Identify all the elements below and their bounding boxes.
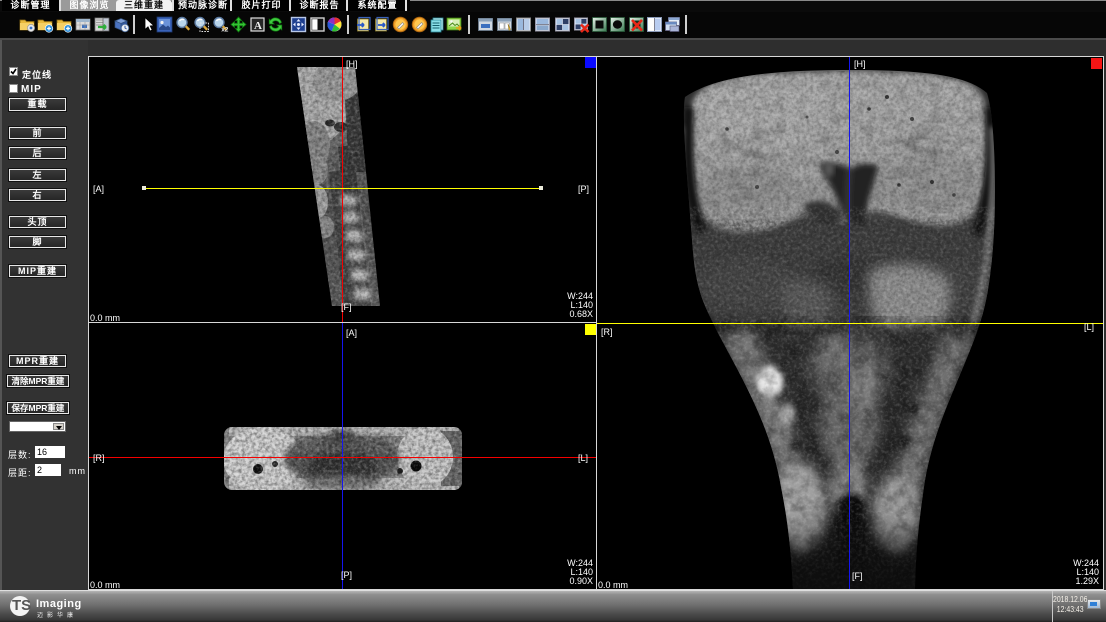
svg-text:A: A: [254, 20, 262, 32]
svg-text:x2: x2: [221, 27, 229, 34]
